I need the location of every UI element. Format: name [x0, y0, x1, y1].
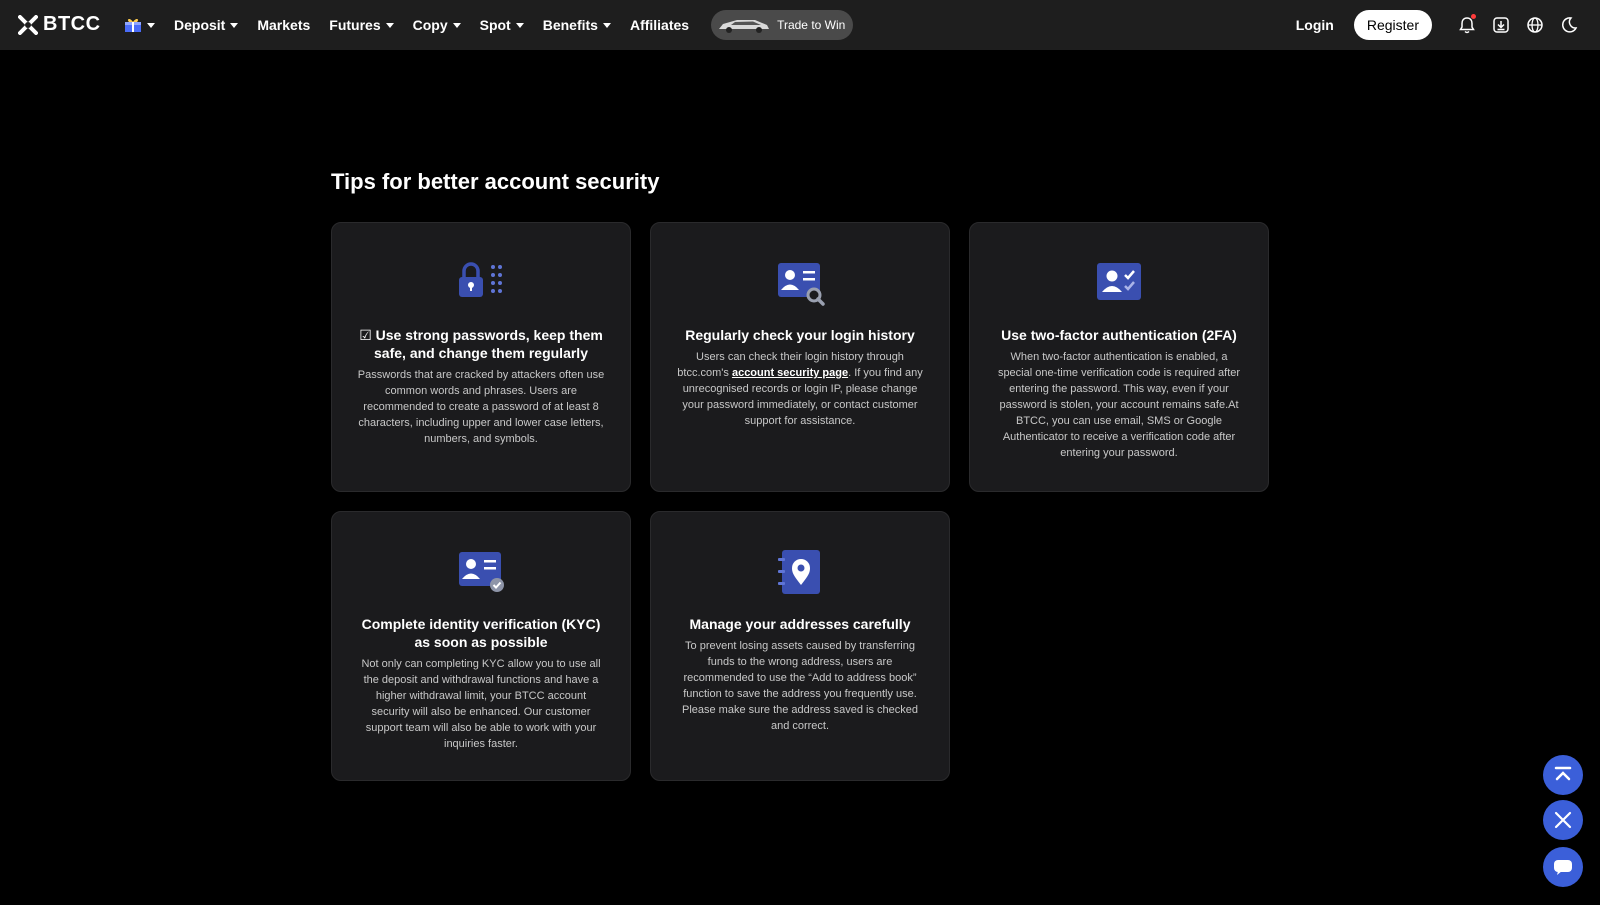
tip-title: Manage your addresses carefully — [689, 616, 911, 632]
x-social-icon — [1554, 811, 1572, 829]
id-search-icon — [774, 259, 826, 307]
tip-description: To prevent losing assets caused by trans… — [681, 640, 919, 732]
gift-icon — [125, 18, 141, 32]
chevron-down-icon — [515, 22, 524, 28]
trade-to-win-label: Trade to Win — [777, 18, 846, 32]
login-button[interactable]: Login — [1296, 17, 1334, 33]
address-book-icon — [774, 548, 826, 596]
nav-deposit-label: Deposit — [174, 17, 226, 33]
car-icon — [719, 20, 770, 33]
register-button[interactable]: Register — [1353, 10, 1432, 40]
tip-card-kyc: Complete identity verification (KYC) as … — [331, 511, 631, 781]
lock-icon — [455, 259, 507, 307]
logo-text: BTCC — [43, 13, 101, 35]
nav-affiliates[interactable]: Affiliates — [630, 17, 689, 33]
tip-description: Passwords that are cracked by attackers … — [357, 369, 605, 445]
tip-title: Regularly check your login history — [685, 327, 915, 343]
account-security-link[interactable]: account security page — [732, 367, 848, 379]
download-button[interactable] — [1484, 8, 1518, 42]
globe-icon — [1527, 17, 1543, 33]
tip-card-2fa: Use two-factor authentication (2FA) When… — [969, 222, 1269, 492]
tip-description: Users can check their login history thro… — [675, 349, 925, 429]
x-social-button[interactable] — [1543, 800, 1583, 840]
tip-description: When two-factor authentication is enable… — [997, 351, 1241, 459]
id-verified-icon — [455, 548, 507, 596]
trade-to-win-button[interactable]: Trade to Win — [711, 10, 854, 40]
tip-title: Complete identity verification (KYC) as … — [361, 616, 601, 650]
tip-card-passwords: ☑ Use strong passwords, keep them safe, … — [331, 222, 631, 492]
page-title: Tips for better account security — [331, 169, 660, 194]
tip-card-addresses: Manage your addresses carefully To preve… — [650, 511, 950, 781]
nav-spot-label: Spot — [479, 17, 511, 33]
user-check-icon — [1093, 259, 1145, 307]
btcc-logo-icon — [18, 14, 38, 35]
btcc-logo[interactable]: BTCC — [18, 13, 101, 36]
tip-card-login-history: Regularly check your login history Users… — [650, 222, 950, 492]
nav-deposit[interactable]: Deposit — [174, 17, 239, 33]
back-to-top-icon — [1554, 766, 1572, 781]
chevron-down-icon — [602, 22, 611, 28]
chevron-down-icon — [452, 22, 461, 28]
nav-copy[interactable]: Copy — [413, 17, 461, 33]
nav-futures-label: Futures — [329, 17, 381, 33]
chevron-down-icon — [230, 22, 239, 28]
chevron-down-icon — [147, 22, 155, 28]
chat-button[interactable] — [1543, 847, 1583, 887]
nav-affiliates-label: Affiliates — [629, 17, 690, 33]
theme-toggle-button[interactable] — [1552, 8, 1586, 42]
moon-icon — [1561, 17, 1578, 33]
tip-description: Not only can completing KYC allow you to… — [361, 658, 601, 750]
gift-menu[interactable] — [124, 17, 155, 33]
chat-icon — [1554, 860, 1572, 875]
nav-spot[interactable]: Spot — [480, 17, 524, 33]
tip-title: Use two-factor authentication (2FA) — [1001, 327, 1237, 343]
notification-dot — [1471, 14, 1476, 19]
tip-title: ☑ Use strong passwords, keep them safe, … — [359, 327, 603, 361]
nav-futures[interactable]: Futures — [329, 17, 394, 33]
nav-markets[interactable]: Markets — [257, 17, 310, 33]
notifications-button[interactable] — [1450, 8, 1484, 42]
nav-actions: Login Register — [1296, 0, 1600, 50]
nav-benefits-label: Benefits — [542, 17, 598, 33]
back-to-top-button[interactable] — [1543, 755, 1583, 795]
main-nav: Deposit Markets Futures Copy Spot Benefi… — [124, 0, 854, 50]
nav-markets-label: Markets — [257, 17, 311, 33]
nav-copy-label: Copy — [412, 17, 448, 33]
download-icon — [1493, 17, 1509, 33]
top-navbar: BTCC Deposit Markets Futures Copy Spot B… — [0, 0, 1600, 50]
chevron-down-icon — [385, 22, 394, 28]
nav-benefits[interactable]: Benefits — [543, 17, 611, 33]
language-button[interactable] — [1518, 8, 1552, 42]
